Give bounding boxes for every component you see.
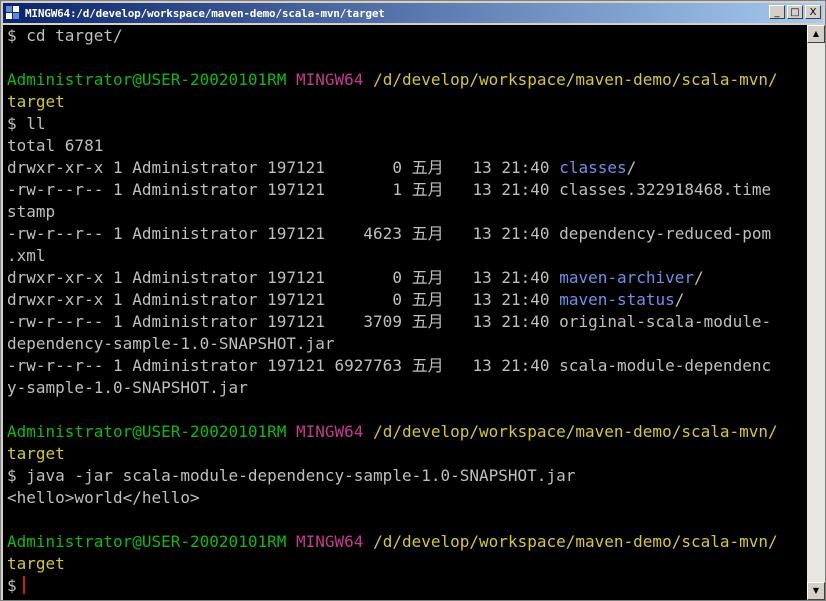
close-button[interactable]: X	[805, 5, 821, 19]
terminal-window: MINGW64:/d/develop/workspace/maven-demo/…	[0, 0, 826, 601]
terminal-line: target	[7, 553, 807, 575]
terminal-line: -rw-r--r-- 1 Administrator 197121 692776…	[7, 355, 807, 377]
terminal-segment: -rw-r--r-- 1 Administrator 197121 692776…	[7, 356, 772, 375]
terminal-segment: Administrator@USER-20020101RM	[7, 422, 287, 441]
scroll-down-button[interactable]: ▼	[807, 582, 825, 600]
terminal-line: Administrator@USER-20020101RM MINGW64 /d…	[7, 421, 807, 443]
terminal-segment: /	[694, 268, 704, 287]
text-cursor	[22, 576, 25, 594]
terminal-line: $	[7, 575, 807, 597]
terminal-segment: $ java -jar scala-module-dependency-samp…	[7, 466, 576, 485]
terminal-segment: /d/develop/workspace/maven-demo/scala-mv…	[373, 422, 778, 441]
terminal-segment	[363, 70, 373, 89]
terminal-segment: .xml	[7, 246, 46, 265]
terminal-line: drwxr-xr-x 1 Administrator 197121 0 五月 1…	[7, 267, 807, 289]
terminal-segment	[286, 422, 296, 441]
terminal-line: drwxr-xr-x 1 Administrator 197121 0 五月 1…	[7, 157, 807, 179]
terminal-line: <hello>world</hello>	[7, 487, 807, 509]
terminal-segment: drwxr-xr-x 1 Administrator 197121 0 五月 1…	[7, 290, 560, 309]
terminal-segment	[363, 422, 373, 441]
terminal-output[interactable]: $ cd target/Administrator@USER-20020101R…	[3, 25, 807, 600]
terminal-line: target	[7, 91, 807, 113]
terminal-segment: stamp	[7, 202, 56, 221]
terminal-segment: -rw-r--r-- 1 Administrator 197121 3709 五…	[7, 312, 772, 331]
terminal-line: total 6781	[7, 135, 807, 157]
terminal-segment: /	[674, 290, 685, 309]
terminal-line: Administrator@USER-20020101RM MINGW64 /d…	[7, 531, 807, 553]
terminal-segment: $	[7, 576, 17, 595]
terminal-segment: MINGW64	[296, 70, 364, 89]
mintty-app-icon[interactable]	[6, 6, 20, 20]
title-bar[interactable]: MINGW64:/d/develop/workspace/maven-demo/…	[3, 3, 823, 23]
terminal-segment: MINGW64	[296, 422, 364, 441]
terminal-line: dependency-sample-1.0-SNAPSHOT.jar	[7, 333, 807, 355]
terminal-text: $ cd target/Administrator@USER-20020101R…	[3, 25, 807, 597]
terminal-segment: target	[7, 554, 65, 573]
terminal-line: y-sample-1.0-SNAPSHOT.jar	[7, 377, 807, 399]
terminal-segment: $ ll	[7, 114, 46, 133]
minimize-button[interactable]: _	[769, 5, 785, 19]
terminal-segment	[363, 532, 373, 551]
terminal-line: target	[7, 443, 807, 465]
terminal-segment: drwxr-xr-x 1 Administrator 197121 0 五月 1…	[7, 158, 560, 177]
terminal-segment: drwxr-xr-x 1 Administrator 197121 0 五月 1…	[7, 268, 560, 287]
terminal-line: -rw-r--r-- 1 Administrator 197121 4623 五…	[7, 223, 807, 245]
vertical-scrollbar[interactable]: ▲ ▼	[807, 25, 825, 600]
terminal-segment: classes	[559, 158, 627, 177]
terminal-segment: total 6781	[7, 136, 104, 155]
scroll-up-button[interactable]: ▲	[807, 25, 825, 43]
terminal-segment: /d/develop/workspace/maven-demo/scala-mv…	[373, 70, 778, 89]
terminal-line: Administrator@USER-20020101RM MINGW64 /d…	[7, 69, 807, 91]
terminal-segment: -rw-r--r-- 1 Administrator 197121 4623 五…	[7, 224, 772, 243]
terminal-segment	[286, 532, 296, 551]
terminal-segment: Administrator@USER-20020101RM	[7, 532, 287, 551]
terminal-line: -rw-r--r-- 1 Administrator 197121 3709 五…	[7, 311, 807, 333]
terminal-segment: -rw-r--r-- 1 Administrator 197121 1 五月 1…	[7, 180, 772, 199]
terminal-line: -rw-r--r-- 1 Administrator 197121 1 五月 1…	[7, 179, 807, 201]
terminal-segment: /	[626, 158, 637, 177]
terminal-line: drwxr-xr-x 1 Administrator 197121 0 五月 1…	[7, 289, 807, 311]
terminal-line: stamp	[7, 201, 807, 223]
terminal-segment: target	[7, 444, 65, 463]
maximize-button[interactable]: □	[787, 5, 803, 19]
terminal-segment: Administrator@USER-20020101RM	[7, 70, 287, 89]
terminal-segment: <hello>world</hello>	[7, 488, 200, 507]
terminal-segment: dependency-sample-1.0-SNAPSHOT.jar	[7, 334, 335, 353]
terminal-line: $ ll	[7, 113, 807, 135]
terminal-segment: y-sample-1.0-SNAPSHOT.jar	[7, 378, 248, 397]
terminal-segment	[286, 70, 296, 89]
terminal-line: $ cd target/	[7, 25, 807, 47]
terminal-segment: MINGW64	[296, 532, 364, 551]
terminal-segment: maven-status	[559, 290, 675, 309]
window-title: MINGW64:/d/develop/workspace/maven-demo/…	[25, 6, 385, 20]
terminal-segment: maven-archiver	[559, 268, 695, 287]
terminal-segment: target	[7, 92, 65, 111]
terminal-line: .xml	[7, 245, 807, 267]
terminal-segment: $ cd target/	[7, 26, 123, 45]
terminal-line: $ java -jar scala-module-dependency-samp…	[7, 465, 807, 487]
terminal-segment: /d/develop/workspace/maven-demo/scala-mv…	[373, 532, 778, 551]
